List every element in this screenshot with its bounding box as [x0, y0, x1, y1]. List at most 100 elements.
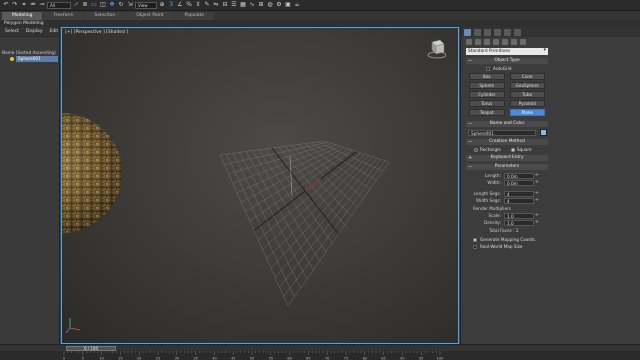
object-type-cone-button[interactable]: Cone: [509, 73, 545, 80]
creation-method-rollout: Creation Method Rectangle Square: [466, 139, 548, 152]
parameters-header[interactable]: Parameters: [466, 164, 548, 170]
ribbon-tab-selection[interactable]: Selection: [84, 12, 126, 20]
track-bar[interactable]: 0 5 10 15 20 25 30 35 40 45 50 55 60 65 70 75 80 85 90 95 10…: [0, 351, 640, 360]
angle-snap-icon[interactable]: ∠: [176, 1, 184, 9]
perspective-viewport[interactable]: [+] [Perspective ] [Shaded ]: [61, 27, 459, 344]
select-object-icon[interactable]: ➚: [72, 1, 80, 9]
object-type-header[interactable]: Object Type: [466, 58, 548, 64]
ribbon-tab-object-paint[interactable]: Object Paint: [126, 12, 174, 20]
explorer-item-name[interactable]: Sphere001: [16, 56, 58, 62]
snap-icon[interactable]: 3: [167, 1, 175, 9]
object-type-plane-button[interactable]: Plane: [509, 109, 545, 116]
undo-icon[interactable]: ↶: [2, 1, 10, 9]
viewport-canvas[interactable]: [62, 28, 459, 344]
object-type-pyramid-button[interactable]: Pyramid: [509, 100, 545, 107]
geometry-icon[interactable]: [466, 39, 472, 45]
systems-icon[interactable]: [520, 39, 526, 45]
timeline-tick-label: 20: [137, 357, 141, 360]
scale-row: Scale: 1.0: [469, 212, 545, 219]
helpers-icon[interactable]: [502, 39, 508, 45]
reference-coord-dropdown[interactable]: View: [135, 1, 157, 9]
mirror-icon[interactable]: ⇋: [212, 1, 220, 9]
cameras-icon[interactable]: [493, 39, 499, 45]
object-type-teapot-button[interactable]: Teapot: [469, 109, 505, 116]
object-type-sphere-button[interactable]: Sphere: [469, 82, 505, 89]
density-row: Density: 1.0: [469, 219, 545, 226]
spacewarps-icon[interactable]: [511, 39, 517, 45]
align-icon[interactable]: ⊟: [221, 1, 229, 9]
density-spinner[interactable]: 1.0: [504, 219, 539, 226]
real-world-checkbox[interactable]: [473, 244, 477, 249]
modify-tab-icon[interactable]: [474, 28, 481, 36]
pivot-icon[interactable]: ⊕: [158, 1, 166, 9]
utilities-tab-icon[interactable]: [514, 28, 521, 36]
object-type-cylinder-button[interactable]: Cylinder: [469, 91, 505, 98]
display-tab-icon[interactable]: [504, 28, 511, 36]
ribbon-tab-freeform[interactable]: Freeform: [43, 12, 84, 20]
radio-rectangle[interactable]: Rectangle: [474, 147, 501, 152]
object-type-torus-button[interactable]: Torus: [469, 100, 505, 107]
select-by-name-icon[interactable]: ≣: [81, 1, 89, 9]
viewcube-icon[interactable]: [426, 38, 446, 60]
keyboard-entry-header[interactable]: Keyboard Entry: [466, 155, 548, 161]
length-segs-spinner[interactable]: 4: [504, 190, 539, 197]
curve-editor-icon[interactable]: ∿: [248, 1, 256, 9]
window-crossing-icon[interactable]: ◫: [99, 1, 107, 9]
object-color-swatch[interactable]: [540, 129, 547, 136]
selection-filter-dropdown[interactable]: All: [47, 1, 71, 9]
viewport-label[interactable]: [+] [Perspective ] [Shaded ]: [65, 30, 128, 35]
radio-rectangle-dot[interactable]: [474, 148, 478, 152]
length-spinner[interactable]: 0.0m: [504, 172, 539, 179]
schematic-icon[interactable]: ⊞: [257, 1, 265, 9]
motion-tab-icon[interactable]: [494, 28, 501, 36]
scale-spinner[interactable]: 1.0: [504, 212, 539, 219]
lightbulb-icon[interactable]: [10, 57, 14, 61]
radio-square[interactable]: Square: [510, 147, 532, 152]
scale-icon[interactable]: ⇲: [126, 1, 134, 9]
main-toolbar: ↶ ↷ ⚭ ⚮ ⊸ All ➚ ≣ ▭ ◫ ✥ ↻ ⇲ View ⊕ 3 ∠% ⇕ ✎ ⇋ ⊟ ☰ ▦ ∿ ⊞ ◍ ⚙ ▣ ☕: [0, 0, 640, 11]
explorer-menu-edit[interactable]: Edit: [49, 29, 58, 34]
object-type-tube-button[interactable]: Tube: [509, 91, 545, 98]
redo-icon[interactable]: ↷: [11, 1, 19, 9]
object-type-geosphere-button[interactable]: GeoSphere: [509, 82, 545, 89]
ribbon-tab-modeling[interactable]: Modeling: [2, 12, 43, 20]
explorer-menu-select[interactable]: Select: [5, 29, 19, 34]
shapes-icon[interactable]: [475, 39, 481, 45]
move-icon[interactable]: ✥: [108, 1, 116, 9]
render-icon[interactable]: ☕: [293, 1, 301, 9]
unlink-icon[interactable]: ⚮: [29, 1, 37, 9]
create-tab-icon[interactable]: [464, 28, 471, 36]
object-type-box-button[interactable]: Box: [469, 73, 505, 80]
percent-snap-icon[interactable]: %: [185, 1, 193, 9]
width-spinner[interactable]: 0.0m: [504, 179, 539, 186]
material-editor-icon[interactable]: ◍: [266, 1, 274, 9]
explorer-menu-display[interactable]: Display: [26, 29, 43, 34]
command-panel: Standard Primitives Object Type AutoGrid…: [460, 27, 640, 344]
time-slider[interactable]: 0 / 100: [0, 344, 640, 351]
explorer-column-header[interactable]: Name (Sorted Ascending): [0, 49, 59, 56]
lights-icon[interactable]: [484, 39, 490, 45]
bind-icon[interactable]: ⊸: [38, 1, 46, 9]
width-segs-spinner[interactable]: 4: [504, 197, 539, 204]
render-setup-icon[interactable]: ⚙: [275, 1, 283, 9]
layers-icon[interactable]: ☰: [230, 1, 238, 9]
named-sets-icon[interactable]: ✎: [203, 1, 211, 9]
ribbon-tab-populate[interactable]: Populate: [174, 12, 215, 20]
creation-method-header[interactable]: Creation Method: [466, 139, 548, 145]
hierarchy-tab-icon[interactable]: [484, 28, 491, 36]
rotate-icon[interactable]: ↻: [117, 1, 125, 9]
ribbon-subtitle[interactable]: Polygon Modeling: [0, 21, 44, 26]
graphite-icon[interactable]: ▦: [239, 1, 247, 9]
primitive-type-dropdown[interactable]: Standard Primitives: [466, 47, 548, 55]
scale-label: Scale:: [488, 213, 501, 218]
spinner-snap-icon[interactable]: ⇕: [194, 1, 202, 9]
explorer-item[interactable]: Sphere001: [10, 56, 58, 62]
rect-select-icon[interactable]: ▭: [90, 1, 98, 9]
name-color-header[interactable]: Name and Color: [466, 121, 548, 127]
rendered-frame-icon[interactable]: ▣: [284, 1, 292, 9]
object-name-field[interactable]: Sphere001: [468, 129, 536, 136]
autogrid-checkbox[interactable]: [486, 66, 490, 71]
gen-mapping-checkbox[interactable]: [473, 237, 477, 242]
radio-square-dot[interactable]: [510, 148, 515, 152]
link-icon[interactable]: ⚭: [20, 1, 28, 9]
